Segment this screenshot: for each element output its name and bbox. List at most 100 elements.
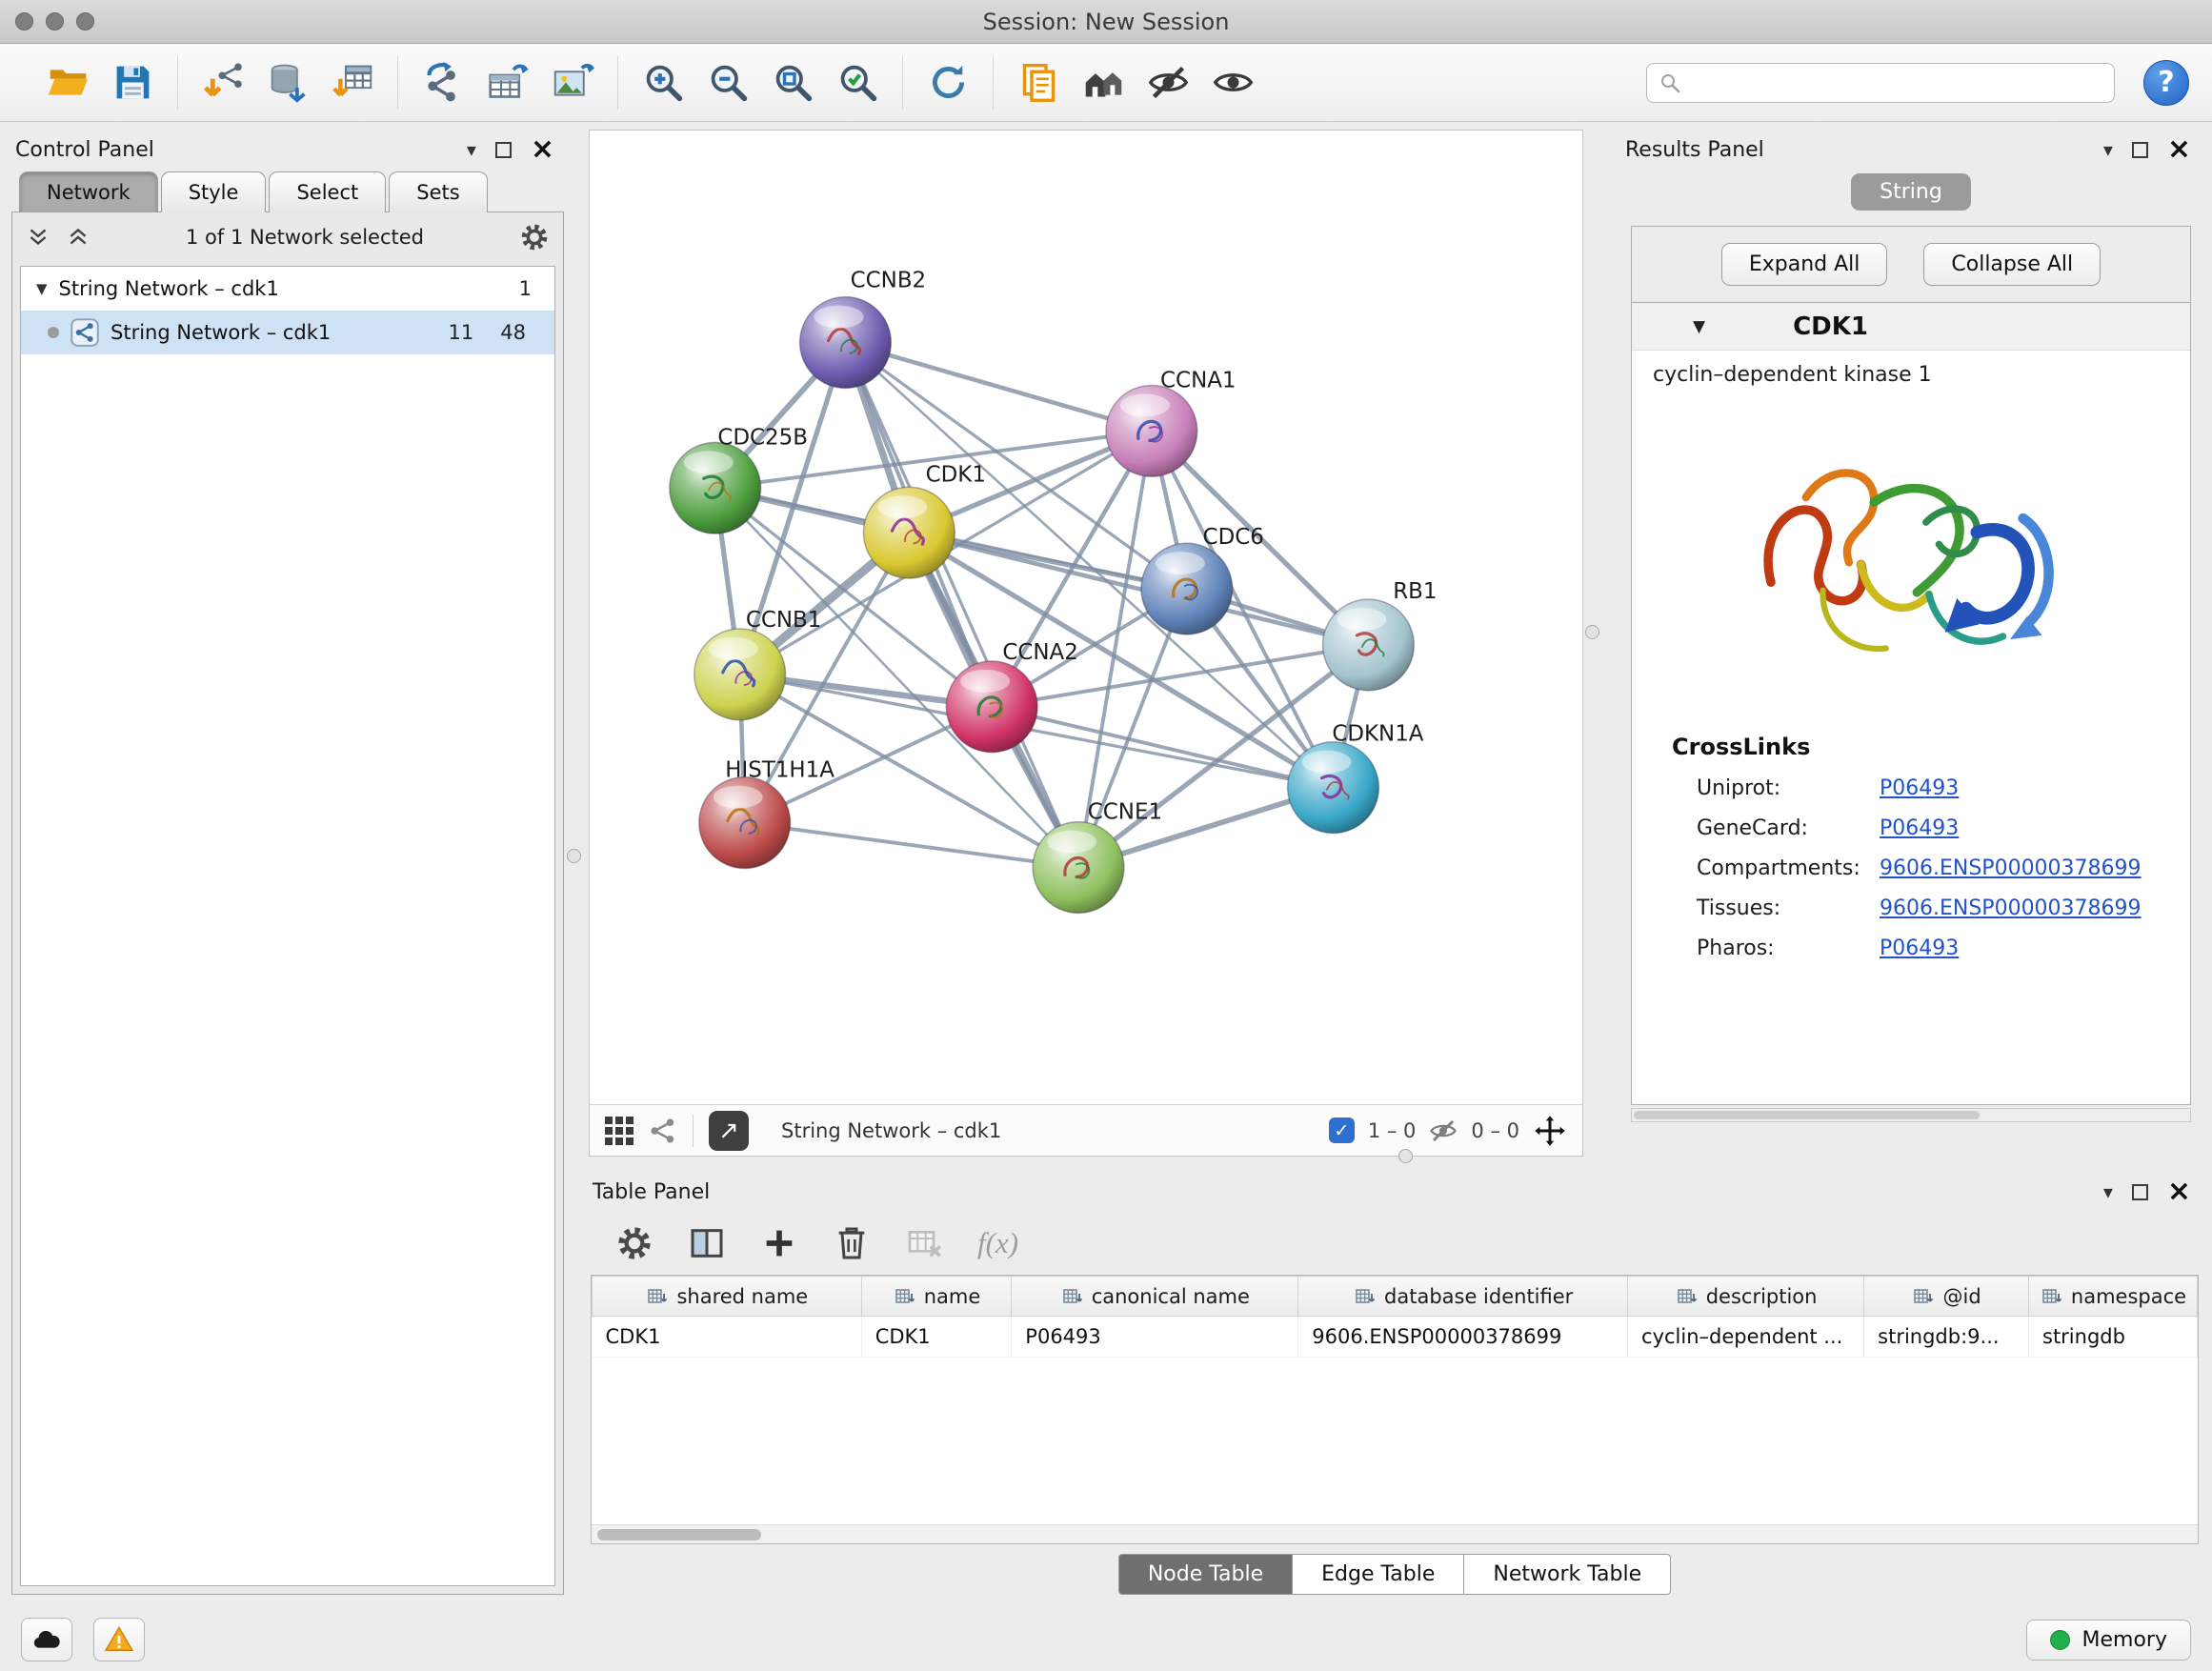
collapse-tree-icon[interactable]	[66, 225, 90, 250]
string-tab[interactable]: String	[1851, 173, 1971, 211]
network-node-cdkn1a[interactable]	[1288, 742, 1379, 834]
add-column-icon[interactable]	[760, 1224, 798, 1262]
panel-float-icon[interactable]	[495, 142, 512, 158]
show-columns-icon[interactable]	[688, 1224, 726, 1262]
tab-style[interactable]: Style	[161, 171, 267, 212]
splitter-handle-right[interactable]	[1585, 625, 1599, 639]
table-menu-icon[interactable]: ▾	[2103, 1180, 2113, 1203]
tab-network-table[interactable]: Network Table	[1464, 1554, 1671, 1595]
maximize-window-button[interactable]	[76, 12, 94, 30]
table-close-icon[interactable]: ×	[2167, 1182, 2191, 1201]
splitter-handle-bottom[interactable]	[1398, 1149, 1413, 1163]
search-input[interactable]	[1691, 71, 2102, 93]
panel-menu-icon[interactable]: ▾	[467, 138, 476, 161]
houses-button[interactable]	[1076, 55, 1131, 111]
table-float-icon[interactable]	[2132, 1184, 2148, 1200]
network-node-rb1[interactable]	[1323, 599, 1415, 691]
results-scrollbar[interactable]	[1631, 1108, 2191, 1122]
table-cell[interactable]: stringdb:9...	[1864, 1317, 2029, 1358]
expand-all-button[interactable]: Expand All	[1721, 243, 1888, 286]
memory-button[interactable]: Memory	[2026, 1620, 2191, 1661]
close-window-button[interactable]	[15, 12, 33, 30]
eye-button[interactable]	[1205, 55, 1260, 111]
network-node-ccnb2[interactable]	[800, 297, 892, 389]
column-header[interactable]: @id	[1864, 1277, 2029, 1317]
network-edge[interactable]	[845, 343, 1078, 868]
network-row[interactable]: String Network – cdk1 11 48	[21, 311, 554, 354]
table-scrollbar-thumb[interactable]	[597, 1529, 761, 1540]
network-node-ccna2[interactable]	[946, 661, 1037, 753]
network-edge[interactable]	[845, 343, 1151, 432]
panel-close-icon[interactable]: ×	[531, 140, 554, 159]
pan-crosshair-icon[interactable]	[1533, 1114, 1567, 1148]
warnings-button[interactable]	[93, 1618, 145, 1661]
column-header[interactable]: database identifier	[1298, 1277, 1628, 1317]
column-header[interactable]: name	[861, 1277, 1012, 1317]
save-session-button[interactable]	[105, 55, 160, 111]
tab-sets[interactable]: Sets	[389, 171, 487, 212]
results-menu-icon[interactable]: ▾	[2103, 138, 2113, 161]
network-canvas[interactable]: CCNB2CCNA1CDC25BCDK1CDC6RB1CCNB1CCNA2CDK…	[590, 131, 1582, 1104]
birds-eye-view-button[interactable]: ↗	[709, 1111, 749, 1151]
network-edge[interactable]	[909, 533, 1368, 645]
table-row[interactable]: CDK1CDK1P064939606.ENSP00000378699cyclin…	[593, 1317, 2198, 1358]
crosslink-link[interactable]: P06493	[1880, 816, 1959, 840]
splitter-handle-left[interactable]	[567, 849, 581, 863]
network-node-cdk1[interactable]	[863, 487, 955, 578]
protein-collapse-icon[interactable]: ▼	[1693, 317, 1705, 336]
grid-view-icon[interactable]	[605, 1117, 633, 1145]
collapse-all-button[interactable]: Collapse All	[1923, 243, 2101, 286]
network-options-gear-icon[interactable]	[519, 222, 550, 252]
refresh-button[interactable]	[920, 55, 975, 111]
network-node-ccnb1[interactable]	[694, 629, 786, 720]
results-scrollbar-thumb[interactable]	[1634, 1111, 1980, 1119]
export-image-button[interactable]	[545, 55, 600, 111]
minimize-window-button[interactable]	[46, 12, 64, 30]
tab-network[interactable]: Network	[19, 171, 158, 212]
results-float-icon[interactable]	[2132, 142, 2148, 158]
table-cell[interactable]: CDK1	[861, 1317, 1012, 1358]
protein-header[interactable]: ▼ CDK1	[1632, 303, 2190, 351]
table-cell[interactable]: stringdb	[2029, 1317, 2198, 1358]
column-header[interactable]: namespace	[2029, 1277, 2198, 1317]
network-node-ccne1[interactable]	[1033, 822, 1124, 914]
document-button[interactable]	[1011, 55, 1066, 111]
export-table-button[interactable]	[480, 55, 535, 111]
import-network-file-button[interactable]	[195, 55, 251, 111]
zoom-in-button[interactable]	[635, 55, 691, 111]
tab-node-table[interactable]: Node Table	[1118, 1554, 1293, 1595]
export-network-button[interactable]	[415, 55, 471, 111]
column-header[interactable]: description	[1628, 1277, 1864, 1317]
column-header[interactable]: shared name	[593, 1277, 862, 1317]
table-scrollbar[interactable]	[592, 1524, 2198, 1543]
search-box[interactable]	[1646, 63, 2115, 103]
network-node-cdc6[interactable]	[1141, 543, 1233, 634]
import-table-button[interactable]	[325, 55, 380, 111]
import-network-db-button[interactable]	[260, 55, 315, 111]
zoom-out-button[interactable]	[700, 55, 755, 111]
collection-collapse-icon[interactable]: ▼	[36, 280, 48, 297]
crosslink-link[interactable]: P06493	[1880, 776, 1959, 800]
table-cell[interactable]: cyclin–dependent ...	[1628, 1317, 1864, 1358]
table-cell[interactable]: P06493	[1012, 1317, 1298, 1358]
zoom-fit-button[interactable]	[765, 55, 820, 111]
network-edge[interactable]	[745, 823, 1078, 868]
network-node-cdc25b[interactable]	[670, 442, 761, 534]
network-style-icon[interactable]	[649, 1117, 677, 1145]
network-node-ccna1[interactable]	[1106, 385, 1197, 476]
crosslink-link[interactable]: 9606.ENSP00000378699	[1880, 896, 2142, 920]
help-button[interactable]: ?	[2143, 60, 2189, 106]
eye-slash-button[interactable]	[1140, 55, 1196, 111]
column-header[interactable]: canonical name	[1012, 1277, 1298, 1317]
delete-column-icon[interactable]	[833, 1224, 871, 1262]
network-collection-row[interactable]: ▼ String Network – cdk1 1	[21, 267, 554, 311]
open-session-button[interactable]	[40, 55, 95, 111]
crosslink-link[interactable]: P06493	[1880, 936, 1959, 960]
table-cell[interactable]: CDK1	[593, 1317, 862, 1358]
expand-tree-icon[interactable]	[26, 225, 50, 250]
selected-checkbox-icon[interactable]: ✓	[1329, 1117, 1355, 1143]
table-cell[interactable]: 9606.ENSP00000378699	[1298, 1317, 1628, 1358]
table-options-gear-icon[interactable]	[615, 1224, 654, 1262]
crosslink-link[interactable]: 9606.ENSP00000378699	[1880, 856, 2142, 880]
tab-edge-table[interactable]: Edge Table	[1293, 1554, 1464, 1595]
